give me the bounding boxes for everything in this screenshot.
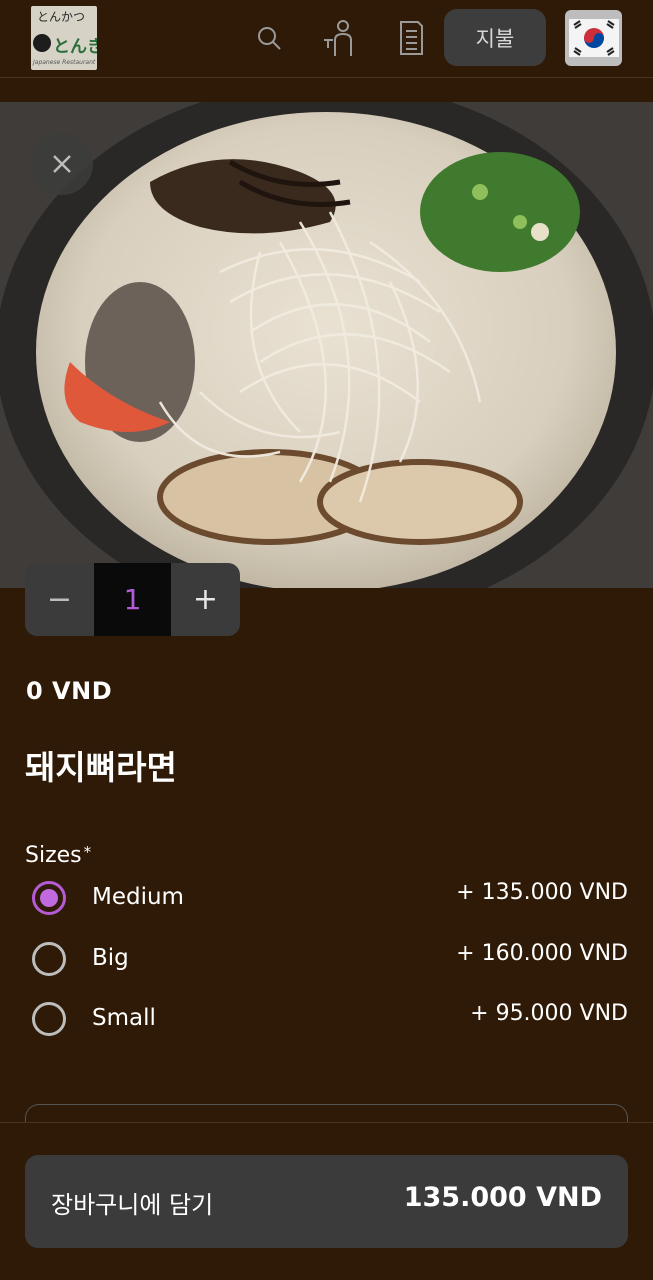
size-option-price: + 95.000 VND (470, 1001, 628, 1026)
close-button[interactable] (31, 133, 93, 195)
add-to-cart-label: 장바구니에 담기 (51, 1191, 214, 1219)
product-base-price: 0 VND (26, 677, 113, 705)
size-option-label: Medium (92, 884, 184, 910)
korea-flag-icon (568, 19, 619, 57)
size-option-label: Big (92, 945, 129, 971)
product-image (0, 102, 653, 588)
size-option-small[interactable]: Small + 95.000 VND (32, 998, 628, 1042)
waiter-icon[interactable] (319, 18, 359, 58)
radio-button-selected[interactable] (32, 881, 66, 915)
decrease-quantity-button[interactable]: − (25, 563, 94, 636)
logo-mid-text: とんき (53, 37, 97, 57)
close-icon (53, 155, 71, 173)
logo-mark-icon (33, 34, 51, 52)
restaurant-logo[interactable]: とんかつ とんき Japanese Restaurant (31, 6, 97, 70)
radio-button[interactable] (32, 1002, 66, 1036)
size-option-medium[interactable]: Medium + 135.000 VND (32, 877, 628, 921)
top-header: とんかつ とんき Japanese Restaurant 지불 (0, 0, 653, 78)
size-option-label: Small (92, 1005, 156, 1031)
quantity-value: 1 (94, 563, 171, 636)
search-icon[interactable] (249, 18, 289, 58)
size-option-price: + 135.000 VND (456, 880, 628, 905)
sizes-label: Sizes (25, 843, 82, 868)
sizes-heading: Sizes * (25, 843, 91, 868)
size-option-big[interactable]: Big + 160.000 VND (32, 938, 628, 982)
product-title: 돼지뼈라면 (25, 748, 177, 787)
required-marker: * (83, 843, 92, 861)
add-to-cart-button[interactable]: 장바구니에 담기 135.000 VND (25, 1155, 628, 1248)
logo-bottom-text: Japanese Restaurant (33, 59, 96, 66)
pay-button[interactable]: 지불 (444, 9, 546, 66)
quantity-stepper: − 1 + (25, 563, 240, 636)
size-option-price: + 160.000 VND (456, 941, 628, 966)
increase-quantity-button[interactable]: + (171, 563, 240, 636)
radio-button[interactable] (32, 942, 66, 976)
cart-total-price: 135.000 VND (403, 1182, 602, 1213)
language-button[interactable] (565, 10, 622, 66)
receipt-icon[interactable] (391, 18, 431, 58)
logo-top-text: とんかつ (37, 10, 86, 24)
